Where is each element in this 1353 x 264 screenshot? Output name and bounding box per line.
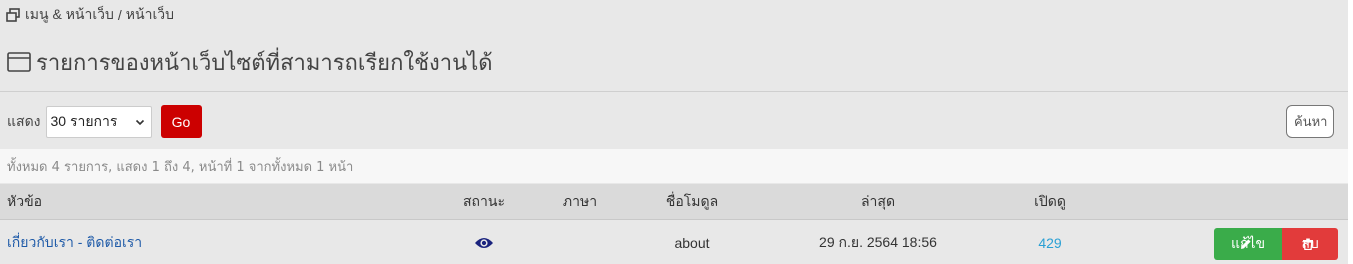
windows-icon bbox=[6, 8, 20, 22]
search-button[interactable]: ค้นหา bbox=[1286, 105, 1334, 138]
breadcrumb-separator: / bbox=[117, 7, 122, 23]
row-updated: 29 ก.ย. 2564 18:56 bbox=[819, 233, 937, 250]
row-views[interactable]: 429 bbox=[1022, 221, 1078, 264]
pagination-summary: ทั้งหมด 4 รายการ, แสดง 1 ถึง 4, หน้าที่ … bbox=[0, 149, 1348, 183]
edit-label: แก้ไข bbox=[1230, 235, 1266, 251]
per-page-value: 30 รายการ bbox=[50, 112, 118, 129]
row-module: about bbox=[674, 234, 710, 251]
list-toolbar: แสดง 30 รายการ Go bbox=[7, 105, 202, 138]
header-language[interactable]: ภาษา bbox=[556, 184, 604, 219]
browser-window-icon bbox=[7, 51, 31, 73]
header-views[interactable]: เปิดดู bbox=[1022, 184, 1078, 219]
delete-button[interactable]: ลบ bbox=[1282, 228, 1338, 260]
table-row: เกี่ยวกับเรา - ติดต่อเรา about 29 ก.ย. 2… bbox=[0, 221, 1348, 264]
header-divider bbox=[0, 91, 1348, 92]
header-title[interactable]: หัวข้อ bbox=[7, 184, 42, 219]
breadcrumb-parent[interactable]: เมนู & หน้าเว็บ bbox=[25, 4, 114, 26]
show-label: แสดง bbox=[7, 112, 41, 129]
row-title-link[interactable]: เกี่ยวกับเรา - ติดต่อเรา bbox=[7, 221, 142, 264]
go-button[interactable]: Go bbox=[160, 105, 202, 138]
breadcrumb-current: หน้าเว็บ bbox=[125, 6, 174, 22]
per-page-select[interactable]: 30 รายการ bbox=[45, 105, 152, 138]
page-edge bbox=[1348, 0, 1353, 264]
header-updated[interactable]: ล่าสุด bbox=[798, 184, 958, 219]
table-header: หัวข้อ สถานะ ภาษา ชื่อโมดูล ล่าสุด เปิดด… bbox=[0, 184, 1348, 220]
delete-label: ลบ bbox=[1301, 235, 1319, 251]
header-status[interactable]: สถานะ bbox=[460, 184, 508, 219]
eye-icon bbox=[474, 221, 494, 264]
chevron-down-icon bbox=[135, 117, 145, 127]
page-title-text: รายการของหน้าเว็บไซต์ที่สามารถเรียกใช้งา… bbox=[36, 49, 493, 75]
page-title: รายการของหน้าเว็บไซต์ที่สามารถเรียกใช้งา… bbox=[7, 46, 493, 78]
edit-button[interactable]: แก้ไข bbox=[1214, 228, 1282, 260]
header-module[interactable]: ชื่อโมดูล bbox=[656, 184, 728, 219]
row-language bbox=[556, 221, 604, 264]
breadcrumb: เมนู & หน้าเว็บ / หน้าเว็บ bbox=[6, 6, 174, 24]
status-toggle[interactable] bbox=[460, 221, 508, 264]
